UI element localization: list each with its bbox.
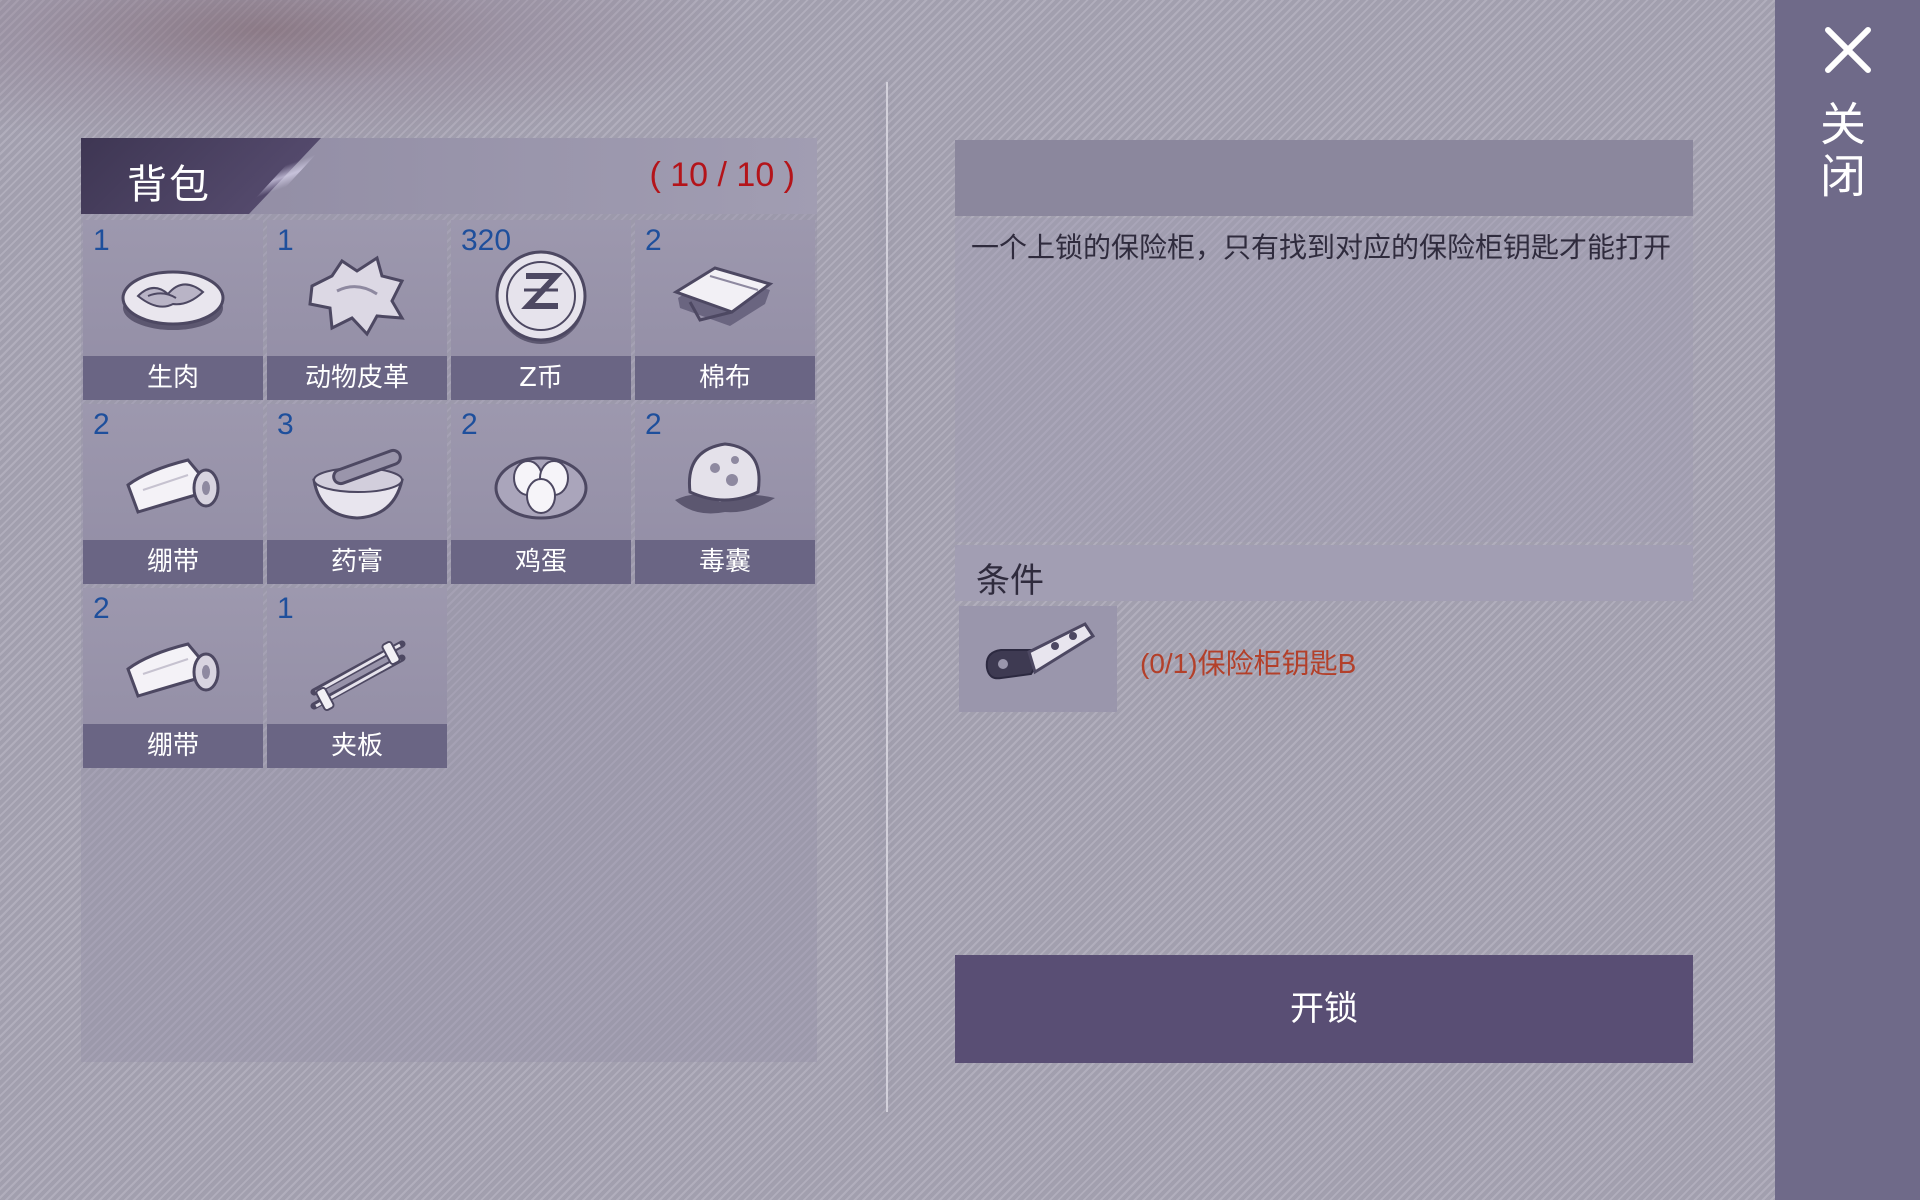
item-name: 毒囊: [635, 540, 815, 584]
item-quantity: 2: [461, 408, 478, 441]
inventory-title: 背包: [127, 162, 211, 208]
splint-icon: [310, 640, 406, 712]
inventory-slot[interactable]: 2 毒囊: [635, 404, 815, 584]
detail-header: [955, 140, 1693, 216]
inventory-panel: 背包 ( 10 / 10 ) 1 生肉 1 动物皮革 320 Z币 2 棉布 2…: [81, 138, 817, 1062]
item-quantity: 1: [277, 592, 294, 625]
item-name: 鸡蛋: [451, 540, 631, 584]
detail-description: 一个上锁的保险柜，只有找到对应的保险柜钥匙才能打开: [971, 231, 1672, 264]
item-name: 药膏: [267, 540, 447, 584]
inventory-slot[interactable]: 3 药膏: [267, 404, 447, 584]
panel-divider: [886, 82, 888, 1112]
inventory-slot[interactable]: 1 动物皮革: [267, 220, 447, 400]
key-icon: [985, 622, 1096, 680]
item-quantity: 1: [277, 224, 294, 257]
conditions-title: 条件: [976, 561, 1044, 601]
inventory-slot[interactable]: 320 Z币: [451, 220, 631, 400]
condition-item-text: (0/1)保险柜钥匙B: [1140, 648, 1357, 679]
inventory-header: 背包 ( 10 / 10 ): [81, 138, 817, 214]
item-name: 绷带: [83, 724, 263, 768]
item-quantity: 2: [93, 408, 110, 441]
inventory-slot[interactable]: 1 夹板: [267, 588, 447, 768]
inventory-slot[interactable]: 2 绷带: [83, 588, 263, 768]
conditions-header: 条件: [955, 545, 1693, 601]
inventory-capacity: ( 10 / 10 ): [649, 156, 795, 194]
item-quantity: 2: [645, 224, 662, 257]
inventory-slot[interactable]: 2 绷带: [83, 404, 263, 584]
item-name: 绷带: [83, 540, 263, 584]
animal-hide-icon: [308, 255, 405, 337]
condition-item-slot[interactable]: [959, 606, 1117, 712]
item-name: 夹板: [267, 724, 447, 768]
item-name: 棉布: [635, 356, 815, 400]
bandage-icon: [126, 458, 220, 514]
item-quantity: 2: [93, 592, 110, 625]
eggs-icon: [494, 456, 588, 520]
unlock-button[interactable]: 开锁: [955, 955, 1693, 1063]
close-icon[interactable]: [1822, 24, 1874, 76]
item-quantity: 1: [93, 224, 110, 257]
z-coin-icon: [495, 250, 587, 344]
bandage-icon: [126, 642, 220, 698]
item-quantity: 2: [645, 408, 662, 441]
close-sidebar[interactable]: 关闭: [1775, 0, 1920, 1200]
inventory-slot[interactable]: 1 生肉: [83, 220, 263, 400]
poison-sac-icon: [675, 442, 775, 514]
detail-description-box: 一个上锁的保险柜，只有找到对应的保险柜钥匙才能打开: [955, 218, 1693, 542]
inventory-slot[interactable]: 2 鸡蛋: [451, 404, 631, 584]
background-artwork: [0, 0, 760, 150]
inventory-slot[interactable]: 2 棉布: [635, 220, 815, 400]
close-label[interactable]: 关闭: [1813, 100, 1873, 204]
item-name: Z币: [451, 356, 631, 400]
raw-meat-icon: [121, 270, 225, 330]
inventory-grid: 1 生肉 1 动物皮革 320 Z币 2 棉布 2 绷带 3 药膏 2 鸡蛋 2…: [83, 220, 815, 768]
item-name: 动物皮革: [267, 356, 447, 400]
ointment-icon: [312, 448, 404, 520]
item-quantity: 3: [277, 408, 294, 441]
cotton-cloth-icon: [672, 266, 774, 326]
item-name: 生肉: [83, 356, 263, 400]
